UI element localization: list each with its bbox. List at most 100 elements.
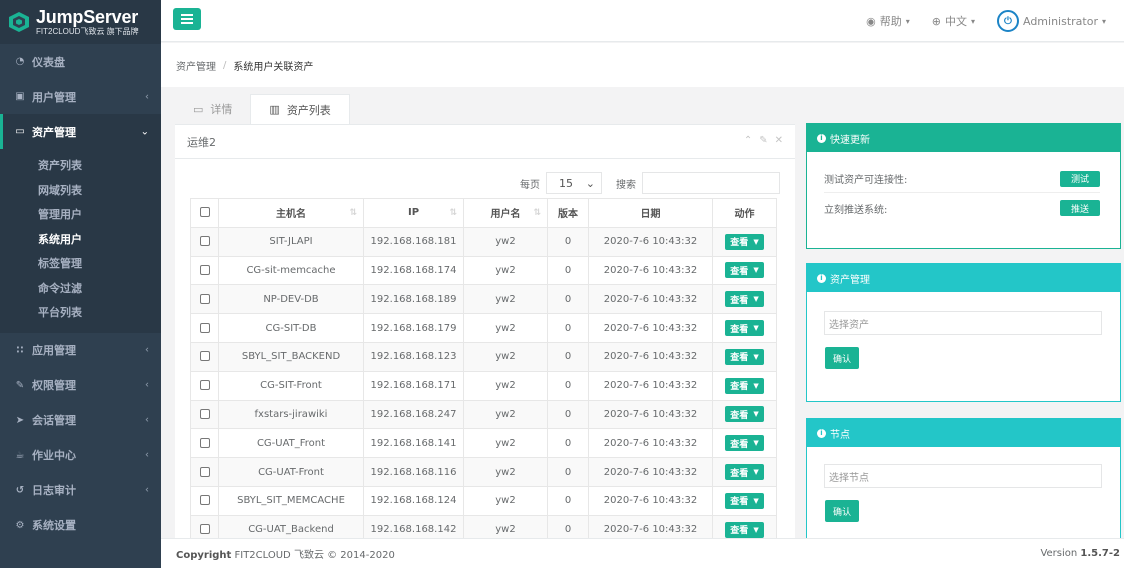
sidebar-item-applications[interactable]: ∷ 应用管理 ‹ — [0, 333, 161, 368]
select-all-checkbox[interactable] — [199, 207, 210, 218]
view-dropdown-button[interactable]: 查看 ▼ — [725, 262, 764, 279]
column-header-date: 日期 — [588, 198, 713, 228]
sidebar-item-assets[interactable]: ▭ 资产管理 ⌄ — [0, 114, 161, 149]
view-dropdown-button[interactable]: 查看 ▼ — [725, 348, 764, 365]
view-dropdown-button[interactable]: 查看 ▼ — [725, 233, 764, 250]
user-menu[interactable]: ⏻ Administrator ▾ — [996, 10, 1106, 32]
date-cell: 2020-7-6 10:43:32 — [588, 370, 713, 401]
username-cell: yw2 — [463, 457, 548, 487]
row-select-cell — [190, 284, 219, 315]
row-checkbox[interactable] — [199, 351, 210, 362]
hostname-cell: fxstars-jirawiki — [218, 399, 364, 430]
asset-confirm-button[interactable]: 确认 — [825, 347, 859, 369]
push-button[interactable]: 推送 — [1060, 200, 1100, 216]
date-cell: 2020-7-6 10:43:32 — [588, 457, 713, 487]
row-checkbox[interactable] — [199, 466, 210, 477]
table-row: NP-DEV-DB 192.168.168.189 yw2 0 2020-7-6 10:… — [190, 284, 777, 315]
row-checkbox[interactable] — [199, 524, 210, 535]
wrench-icon[interactable]: ✎ — [759, 135, 767, 146]
caret-down-icon: ▼ — [753, 237, 759, 246]
topbar: ◉ 帮助 ▾ ⊕ 中文 ▾ ⏻ Administrator ▾ — [161, 0, 1124, 42]
view-dropdown-button[interactable]: 查看 ▼ — [725, 377, 764, 394]
view-dropdown-button[interactable]: 查看 ▼ — [725, 464, 764, 481]
submenu-item-admin-user[interactable]: 管理用户 — [0, 202, 161, 227]
submenu-item-asset-list[interactable]: 资产列表 — [0, 153, 161, 178]
close-icon[interactable]: ✕ — [775, 135, 783, 146]
view-label: 查看 — [730, 324, 749, 335]
submenu-item-cmd-filter[interactable]: 命令过滤 — [0, 276, 161, 301]
hostname-cell: CG-SIT-Front — [218, 370, 364, 401]
ip-cell: 192.168.168.181 — [363, 226, 464, 257]
table-row: CG-SIT-DB 192.168.168.179 yw2 0 2020-7-6 10:… — [190, 313, 777, 343]
submenu-item-label-mgmt[interactable]: 标签管理 — [0, 251, 161, 276]
column-header-username[interactable]: 用户名 ⇅ — [463, 198, 548, 228]
row-checkbox[interactable] — [199, 293, 210, 304]
hostname-cell: CG-UAT-Front — [218, 457, 364, 487]
action-cell: 查看 ▼ — [712, 428, 777, 459]
laptop-icon: ▭ — [193, 102, 204, 116]
view-dropdown-button[interactable]: 查看 ▼ — [725, 320, 764, 337]
help-menu[interactable]: ◉ 帮助 ▾ — [866, 13, 910, 29]
header-label: 动作 — [734, 209, 755, 221]
view-dropdown-button[interactable]: 查看 ▼ — [725, 492, 764, 509]
node-confirm-button[interactable]: 确认 — [825, 500, 859, 522]
submenu-item-system-user[interactable]: 系统用户 — [0, 227, 161, 252]
version-cell: 0 — [547, 255, 589, 286]
view-dropdown-button[interactable]: 查看 ▼ — [725, 435, 764, 452]
breadcrumb-parent[interactable]: 资产管理 — [176, 58, 216, 73]
chevron-left-icon: ‹ — [145, 449, 149, 461]
breadcrumb-current: 系统用户关联资产 — [233, 61, 314, 73]
action-cell: 查看 ▼ — [712, 457, 777, 487]
menu-toggle-button[interactable] — [173, 8, 201, 30]
view-dropdown-button[interactable]: 查看 ▼ — [725, 521, 764, 538]
language-menu[interactable]: ⊕ 中文 ▾ — [932, 13, 975, 29]
sidebar-item-jobs[interactable]: ☕ 作业中心 ‹ — [0, 438, 161, 473]
header-label: 版本 — [558, 209, 578, 221]
tab-detail[interactable]: ▭ 详情 — [175, 94, 250, 124]
row-checkbox[interactable] — [199, 437, 210, 448]
sidebar-item-audit[interactable]: ↺ 日志审计 ‹ — [0, 473, 161, 508]
username-cell: yw2 — [463, 284, 548, 315]
tab-asset-list[interactable]: ▥ 资产列表 — [250, 94, 350, 124]
row-select-cell — [190, 428, 219, 459]
submenu-item-platform-list[interactable]: 平台列表 — [0, 300, 161, 325]
date-cell: 2020-7-6 10:43:32 — [588, 428, 713, 459]
version-cell: 0 — [547, 514, 589, 538]
test-button[interactable]: 测试 — [1060, 170, 1100, 187]
column-header-version: 版本 — [547, 198, 589, 228]
search-input[interactable] — [642, 172, 780, 194]
view-dropdown-button[interactable]: 查看 ▼ — [725, 406, 764, 423]
column-header-hostname[interactable]: 主机名 ⇅ — [218, 198, 364, 228]
per-page-select[interactable]: 15 ⌄ — [546, 172, 602, 194]
sidebar-item-dashboard[interactable]: ◔ 仪表盘 — [0, 44, 161, 79]
caret-down-icon: ▼ — [753, 295, 759, 304]
sidebar-item-users[interactable]: ▣ 用户管理 ‹ — [0, 79, 161, 114]
column-header-ip[interactable]: IP ⇅ — [363, 198, 464, 228]
select-asset-input[interactable]: 选择资产 — [824, 311, 1102, 335]
row-checkbox[interactable] — [199, 236, 210, 247]
brand-logo[interactable]: JumpServer FIT2CLOUD飞致云 旗下品牌 — [0, 0, 161, 44]
sidebar-item-sessions[interactable]: ➤ 会话管理 ‹ — [0, 403, 161, 438]
view-label: 查看 — [730, 497, 749, 508]
sidebar-item-label: 仪表盘 — [32, 55, 65, 69]
action-cell: 查看 ▼ — [712, 370, 777, 401]
sidebar-item-label: 日志审计 — [32, 484, 76, 497]
collapse-icon[interactable]: ⌃ — [744, 135, 752, 146]
select-node-input[interactable]: 选择节点 — [824, 464, 1102, 488]
row-checkbox[interactable] — [199, 495, 210, 506]
username-cell: yw2 — [463, 370, 548, 401]
sidebar-item-settings[interactable]: ⚙ 系统设置 — [0, 508, 161, 543]
copyright-bold: Copyright — [176, 550, 232, 561]
view-dropdown-button[interactable]: 查看 ▼ — [725, 291, 764, 308]
row-checkbox[interactable] — [199, 322, 210, 333]
ip-cell: 192.168.168.124 — [363, 485, 464, 516]
sidebar-item-permissions[interactable]: ✎ 权限管理 ‹ — [0, 368, 161, 403]
row-checkbox[interactable] — [199, 408, 210, 419]
submenu-item-domain-list[interactable]: 网域列表 — [0, 178, 161, 203]
row-checkbox[interactable] — [199, 380, 210, 391]
username-cell: yw2 — [463, 313, 548, 343]
sort-icon: ⇅ — [533, 207, 541, 218]
row-checkbox[interactable] — [199, 264, 210, 275]
view-label: 查看 — [730, 410, 749, 421]
version-cell: 0 — [547, 226, 589, 257]
